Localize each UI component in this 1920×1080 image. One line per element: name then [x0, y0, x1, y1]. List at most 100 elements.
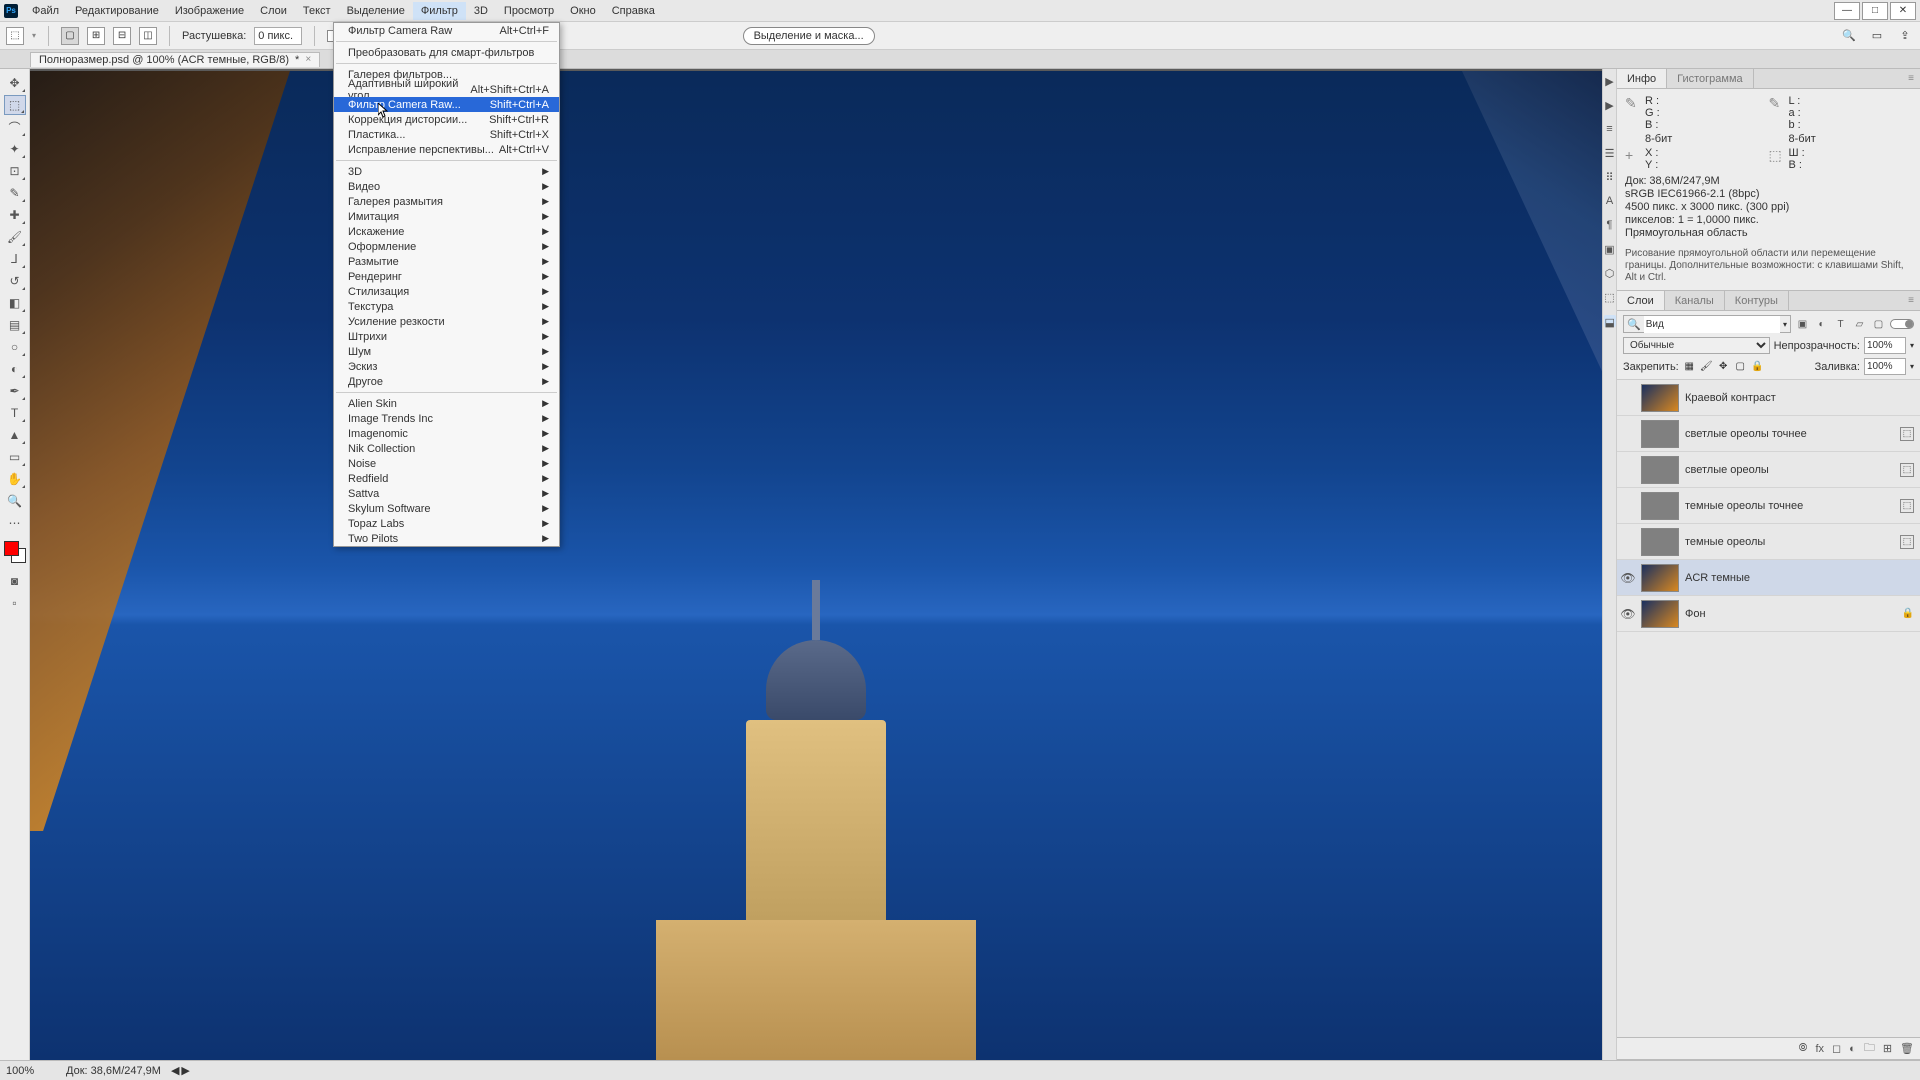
brush-tool[interactable]: 🖌 [4, 227, 26, 247]
menu-item[interactable]: Преобразовать для смарт-фильтров [334, 45, 559, 60]
filter-shape-icon[interactable]: ▱ [1852, 317, 1867, 332]
canvas-area[interactable] [30, 69, 1602, 1060]
properties-panel-icon[interactable]: ≡ [1604, 123, 1616, 135]
search-icon[interactable]: 🔍 [1840, 27, 1858, 45]
panel-menu-icon[interactable]: ≡ [1902, 73, 1920, 84]
fill-input[interactable] [1864, 358, 1906, 375]
menu-item[interactable]: Рендеринг▶ [334, 269, 559, 284]
magic-wand-tool[interactable]: ✦ [4, 139, 26, 159]
tab-histogram[interactable]: Гистограмма [1667, 69, 1754, 88]
screenmode-tool[interactable]: ▫ [4, 593, 26, 613]
menu-item[interactable]: Оформление▶ [334, 239, 559, 254]
share-icon[interactable]: ⇪ [1896, 27, 1914, 45]
menu-текст[interactable]: Текст [295, 2, 339, 20]
new-selection-icon[interactable]: ▢ [61, 27, 79, 45]
character-panel-icon[interactable]: A [1604, 195, 1616, 207]
menu-item[interactable]: Адаптивный широкий угол...Alt+Shift+Ctrl… [334, 82, 559, 97]
move-tool[interactable]: ✥ [4, 73, 26, 93]
menu-фильтр[interactable]: Фильтр [413, 2, 466, 20]
menu-item[interactable]: Skylum Software▶ [334, 501, 559, 516]
menu-item[interactable]: Штрихи▶ [334, 329, 559, 344]
visibility-icon[interactable] [1621, 499, 1635, 513]
menu-item[interactable]: Шум▶ [334, 344, 559, 359]
menu-item[interactable]: Noise▶ [334, 456, 559, 471]
fx-icon[interactable]: fx [1815, 1043, 1824, 1055]
visibility-icon[interactable] [1621, 535, 1635, 549]
maximize-button[interactable]: □ [1862, 2, 1888, 20]
blend-mode-select[interactable]: Обычные [1623, 337, 1770, 354]
layer-row[interactable]: 👁Фон🔒 [1617, 596, 1920, 632]
link-layers-icon[interactable]: ⦾ [1799, 1042, 1808, 1055]
tab-paths[interactable]: Контуры [1725, 291, 1789, 310]
tab-layers[interactable]: Слои [1617, 291, 1665, 310]
menu-item[interactable]: Imagenomic▶ [334, 426, 559, 441]
menu-item[interactable]: Topaz Labs▶ [334, 516, 559, 531]
menu-item[interactable]: Пластика...Shift+Ctrl+X [334, 127, 559, 142]
select-mask-button[interactable]: Выделение и маска... [743, 27, 875, 45]
menu-item[interactable]: Имитация▶ [334, 209, 559, 224]
hand-tool[interactable]: ✋ [4, 469, 26, 489]
filter-adjust-icon[interactable]: ◐ [1814, 317, 1829, 332]
menu-item[interactable]: Усиление резкости▶ [334, 314, 559, 329]
shape-tool[interactable]: ▭ [4, 447, 26, 467]
tab-channels[interactable]: Каналы [1665, 291, 1725, 310]
swatches-panel-icon[interactable]: ⠿ [1604, 171, 1616, 183]
menu-item[interactable]: Галерея размытия▶ [334, 194, 559, 209]
menu-выделение[interactable]: Выделение [339, 2, 413, 20]
color-swatches[interactable] [4, 541, 26, 563]
lasso-tool[interactable]: ⌒ [4, 117, 26, 137]
menu-item[interactable]: Sattva▶ [334, 486, 559, 501]
menu-item[interactable]: 3D▶ [334, 164, 559, 179]
menu-item[interactable]: Two Pilots▶ [334, 531, 559, 546]
3d-panel-icon[interactable]: ⬡ [1604, 267, 1616, 279]
visibility-icon[interactable] [1621, 427, 1635, 441]
lock-artboard-icon[interactable]: ▢ [1734, 360, 1747, 373]
new-layer-icon[interactable]: ⊞ [1883, 1042, 1892, 1055]
tab-info[interactable]: Инфо [1617, 69, 1667, 88]
menu-item[interactable]: Искажение▶ [334, 224, 559, 239]
edit-toolbar[interactable]: ⋯ [4, 513, 26, 533]
menu-item[interactable]: Nik Collection▶ [334, 441, 559, 456]
layer-filter-search[interactable]: 🔍▾ [1623, 315, 1791, 333]
filter-smart-icon[interactable]: ▢ [1871, 317, 1886, 332]
menu-item[interactable]: Эскиз▶ [334, 359, 559, 374]
layer-row[interactable]: 👁ACR темные [1617, 560, 1920, 596]
filter-image-icon[interactable]: ▣ [1795, 317, 1810, 332]
dodge-tool[interactable]: ◐ [4, 359, 26, 379]
lock-position-icon[interactable]: ✥ [1717, 360, 1730, 373]
menu-изображение[interactable]: Изображение [167, 2, 252, 20]
subtract-selection-icon[interactable]: ⊟ [113, 27, 131, 45]
menu-item[interactable]: Коррекция дисторсии...Shift+Ctrl+R [334, 112, 559, 127]
menu-слои[interactable]: Слои [252, 2, 295, 20]
layer-row[interactable]: темные ореолы точнее⬚ [1617, 488, 1920, 524]
delete-layer-icon[interactable]: 🗑 [1900, 1042, 1914, 1055]
stamp-tool[interactable]: ⅃ [4, 249, 26, 269]
feather-input[interactable] [254, 27, 302, 45]
layer-row[interactable]: светлые ореолы⬚ [1617, 452, 1920, 488]
path-select-tool[interactable]: ▲ [4, 425, 26, 445]
filter-type-icon[interactable]: T [1833, 317, 1848, 332]
zoom-tool[interactable]: 🔍 [4, 491, 26, 511]
type-tool[interactable]: T [4, 403, 26, 423]
menu-item[interactable]: Видео▶ [334, 179, 559, 194]
visibility-icon[interactable] [1621, 463, 1635, 477]
heal-tool[interactable]: ✚ [4, 205, 26, 225]
eraser-tool[interactable]: ◧ [4, 293, 26, 313]
panel-menu-icon[interactable]: ≡ [1902, 295, 1920, 306]
actions-panel-icon[interactable]: ▶ [1604, 75, 1616, 87]
marquee-tool[interactable]: ⬚ [4, 95, 26, 115]
zoom-level[interactable]: 100% [6, 1065, 56, 1077]
layer-row[interactable]: темные ореолы⬚ [1617, 524, 1920, 560]
lock-transparency-icon[interactable]: ▦ [1683, 360, 1696, 373]
add-selection-icon[interactable]: ⊞ [87, 27, 105, 45]
menu-item[interactable]: Другое▶ [334, 374, 559, 389]
brushes-panel-icon[interactable]: ☰ [1604, 147, 1616, 159]
close-button[interactable]: ✕ [1890, 2, 1916, 20]
menu-просмотр[interactable]: Просмотр [496, 2, 562, 20]
pen-tool[interactable]: ✒ [4, 381, 26, 401]
libraries-panel-icon[interactable]: ⬚ [1604, 291, 1616, 303]
menu-item[interactable]: Alien Skin▶ [334, 396, 559, 411]
document-tab[interactable]: Полноразмер.psd @ 100% (ACR темные, RGB/… [30, 52, 320, 67]
lock-pixels-icon[interactable]: 🖌 [1700, 360, 1713, 373]
gradient-tool[interactable]: ▤ [4, 315, 26, 335]
